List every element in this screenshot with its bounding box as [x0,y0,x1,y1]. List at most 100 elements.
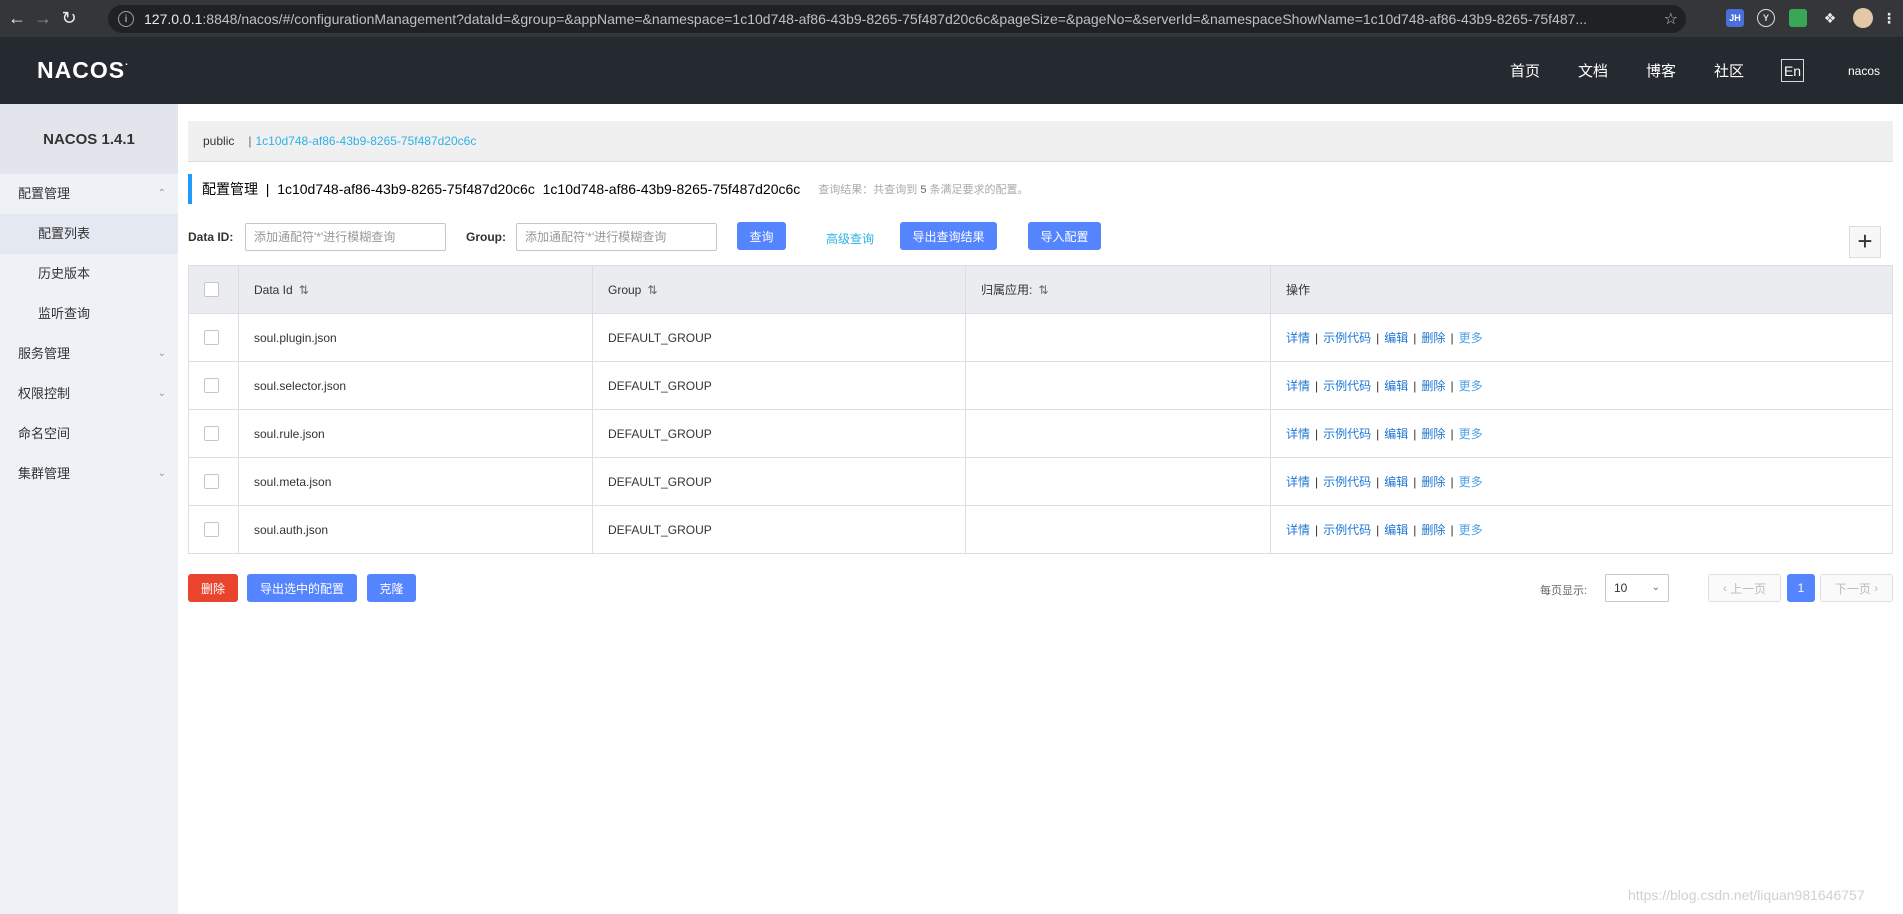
table-header-row: Data Id ⇅ Group ⇅ 归属应用: ⇅ 操作 [188,265,1893,314]
extension-y-icon[interactable]: Y [1757,9,1775,27]
sidebar-item-history[interactable]: 历史版本 [0,254,178,294]
sample-code-link[interactable]: 示例代码 [1323,523,1371,537]
nav-docs[interactable]: 文档 [1578,60,1608,81]
more-link[interactable]: 更多 [1459,475,1483,489]
delete-link[interactable]: 删除 [1421,523,1445,537]
more-link[interactable]: 更多 [1459,523,1483,537]
sample-code-link[interactable]: 示例代码 [1323,379,1371,393]
clone-button[interactable]: 克隆 [367,574,416,602]
delete-link[interactable]: 删除 [1421,427,1445,441]
puzzle-icon[interactable]: ❖ [1821,9,1839,27]
edit-link[interactable]: 编辑 [1384,379,1408,393]
sidebar-item-namespace[interactable]: 命名空间 [0,414,178,454]
menu-kebab-icon[interactable]: ⋮ [1880,9,1898,27]
config-table: Data Id ⇅ Group ⇅ 归属应用: ⇅ 操作 soul.plugin.js… [188,265,1893,554]
op-separator: | [1450,475,1454,489]
group-cell: DEFAULT_GROUP [592,313,966,362]
detail-link[interactable]: 详情 [1286,379,1310,393]
reload-icon[interactable]: ↻ [54,0,84,37]
namespace-active[interactable]: 1c10d748-af86-43b9-8265-75f487d20c6c [255,134,476,148]
op-separator: | [1315,427,1319,441]
sample-code-link[interactable]: 示例代码 [1323,427,1371,441]
col-header-group[interactable]: Group ⇅ [592,265,966,314]
table-row: soul.selector.json DEFAULT_GROUP 详情 | 示例代码 | 编… [188,361,1893,410]
prev-page-button[interactable]: ‹ 上一页 [1708,574,1781,602]
sample-code-link[interactable]: 示例代码 [1323,331,1371,345]
top-nav: 首页 文档 博客 社区 [0,37,1903,104]
bookmark-star-icon[interactable]: ☆ [1664,9,1678,29]
more-link[interactable]: 更多 [1459,427,1483,441]
delete-link[interactable]: 删除 [1421,379,1445,393]
row-checkbox[interactable] [204,330,219,346]
export-selected-button[interactable]: 导出选中的配置 [247,574,357,602]
more-link[interactable]: 更多 [1459,331,1483,345]
nav-community[interactable]: 社区 [1714,60,1744,81]
app-cell [965,505,1271,554]
sidebar-item-config-list[interactable]: 配置列表 [0,214,178,254]
bottom-toolbar: 删除 导出选中的配置 克隆 每页显示: 10 ⌄ ‹ 上一页 1 下一页 › [188,574,1893,602]
nav-home[interactable]: 首页 [1510,60,1540,81]
detail-link[interactable]: 详情 [1286,427,1310,441]
detail-link[interactable]: 详情 [1286,523,1310,537]
sidebar-item-access-control[interactable]: 权限控制 ⌄ [0,374,178,414]
col-header-dataid[interactable]: Data Id ⇅ [238,265,593,314]
dataid-cell: soul.selector.json [238,361,593,410]
row-select-cell [188,313,239,362]
info-icon[interactable]: i [118,11,134,27]
page-1-button[interactable]: 1 [1787,574,1815,602]
delete-button[interactable]: 删除 [188,574,238,602]
sort-icon[interactable]: ⇅ [647,283,657,297]
sidebar-item-cluster-management[interactable]: 集群管理 ⌄ [0,454,178,494]
delete-link[interactable]: 删除 [1421,331,1445,345]
query-button[interactable]: 查询 [737,222,786,250]
sidebar: NACOS 1.4.1 配置管理 ⌃ 配置列表 历史版本 监听查询 服务管理 ⌄… [0,104,178,914]
sort-icon[interactable]: ⇅ [1038,283,1048,297]
extension-green-icon[interactable] [1789,9,1807,27]
search-row: Data ID: 添加通配符'*'进行模糊查询 Group: 添加通配符'*'进… [188,222,1893,252]
jh-extension-icon[interactable]: JH [1726,9,1744,27]
page-size-select[interactable]: 10 ⌄ [1605,574,1669,602]
detail-link[interactable]: 详情 [1286,331,1310,345]
select-all-checkbox[interactable] [204,282,219,298]
sidebar-item-service-management[interactable]: 服务管理 ⌄ [0,334,178,374]
sidebar-item-config-management[interactable]: 配置管理 ⌃ [0,174,178,214]
profile-avatar-icon[interactable] [1853,8,1873,28]
op-separator: | [1450,523,1454,537]
sample-code-link[interactable]: 示例代码 [1323,475,1371,489]
edit-link[interactable]: 编辑 [1384,427,1408,441]
group-input[interactable]: 添加通配符'*'进行模糊查询 [516,223,717,251]
sidebar-item-listener-query[interactable]: 监听查询 [0,294,178,334]
detail-link[interactable]: 详情 [1286,475,1310,489]
col-header-app[interactable]: 归属应用: ⇅ [965,265,1271,314]
row-checkbox[interactable] [204,522,219,538]
dataid-input[interactable]: 添加通配符'*'进行模糊查询 [245,223,446,251]
edit-link[interactable]: 编辑 [1384,475,1408,489]
address-bar[interactable]: i 127.0.0.1:8848/nacos/#/configurationMa… [108,5,1686,33]
sort-icon[interactable]: ⇅ [299,283,309,297]
dataid-cell: soul.auth.json [238,505,593,554]
row-checkbox[interactable] [204,378,219,394]
row-select-cell [188,361,239,410]
edit-link[interactable]: 编辑 [1384,331,1408,345]
sidebar-item-label: 服务管理 [18,346,71,361]
add-config-button[interactable]: + [1849,226,1881,258]
row-checkbox[interactable] [204,426,219,442]
delete-link[interactable]: 删除 [1421,475,1445,489]
table-row: soul.meta.json DEFAULT_GROUP 详情 | 示例代码 | 编辑 | 删除… [188,457,1893,506]
import-config-button[interactable]: 导入配置 [1028,222,1101,250]
group-label: Group: [466,230,506,244]
export-results-button[interactable]: 导出查询结果 [900,222,997,250]
op-separator: | [1315,331,1319,345]
more-link[interactable]: 更多 [1459,379,1483,393]
dataid-cell: soul.meta.json [238,457,593,506]
next-page-button[interactable]: 下一页 › [1820,574,1893,602]
advanced-query-link[interactable]: 高级查询 [826,230,874,247]
namespace-public[interactable]: public [203,134,234,148]
nav-blog[interactable]: 博客 [1646,60,1676,81]
chevron-left-icon: ‹ [1722,581,1731,595]
op-separator: | [1376,427,1380,441]
edit-link[interactable]: 编辑 [1384,523,1408,537]
user-menu[interactable]: nacos [1848,64,1880,78]
row-checkbox[interactable] [204,474,219,490]
language-switch[interactable]: En [1781,59,1804,82]
